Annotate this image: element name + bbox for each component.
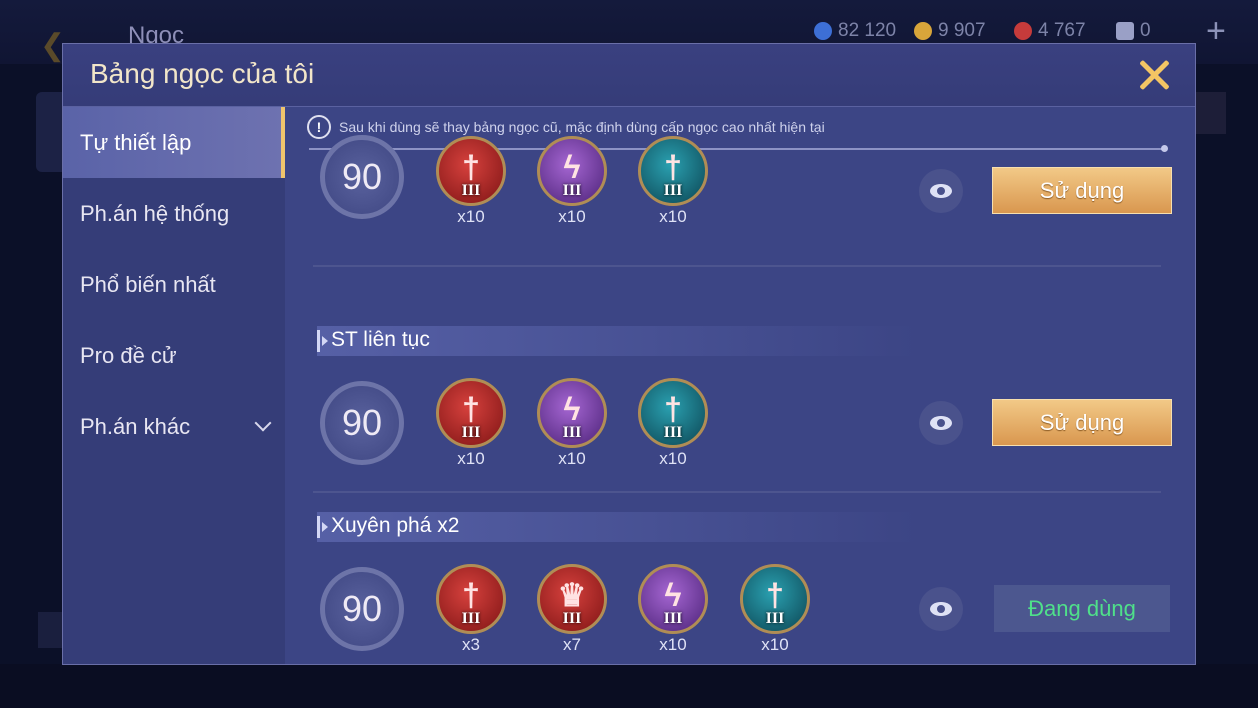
gem-quantity: x10 xyxy=(761,635,789,654)
gem-board-modal: Bảng ngọc của tôi Tự thiết lập Ph.án hệ … xyxy=(63,44,1195,664)
close-icon[interactable] xyxy=(1133,54,1175,96)
gem-slot: † III x10 xyxy=(740,564,810,656)
add-resource-button[interactable]: + xyxy=(1206,14,1226,48)
row-divider xyxy=(313,265,1161,267)
row-divider xyxy=(313,491,1161,493)
level-badge: 90 xyxy=(320,135,404,219)
gem-quantity: x10 xyxy=(558,207,586,226)
preview-eye-icon[interactable] xyxy=(919,169,963,213)
sidebar-item-custom[interactable]: Tự thiết lập xyxy=(63,107,285,178)
gem-tier: III xyxy=(663,424,683,441)
gem-slot: ϟ III x10 xyxy=(638,564,708,656)
gem-tier: III xyxy=(562,424,582,441)
gem-list[interactable]: ! Sau khi dùng sẽ thay bảng ngọc cũ, mặc… xyxy=(289,107,1195,664)
sidebar-item-label: Ph.án khác xyxy=(80,413,191,439)
gem-quantity: x10 xyxy=(558,449,586,468)
info-icon: ! xyxy=(307,115,331,139)
notice-text: Sau khi dùng sẽ thay bảng ngọc cũ, mặc đ… xyxy=(339,119,825,135)
sidebar-item-label: Ph.án hệ thống xyxy=(80,200,230,226)
section-header: ST liên tục xyxy=(317,326,917,356)
sidebar-item-system[interactable]: Ph.án hệ thống xyxy=(63,178,285,249)
gem-tier: III xyxy=(663,610,683,627)
section-title: Xuyên phá x2 xyxy=(331,514,460,537)
gem-quantity: x10 xyxy=(659,449,687,468)
chevron-down-icon xyxy=(254,414,272,432)
resource-value: 82 120 xyxy=(838,20,897,41)
gem-slot: ♛ III x7 xyxy=(537,564,607,656)
resource-red-crystal: 4 767 xyxy=(1014,20,1086,42)
gem-slot: † III x10 xyxy=(436,378,506,470)
resource-value: 4 767 xyxy=(1038,20,1086,41)
background-panel xyxy=(1196,92,1226,134)
resource-card: 0 xyxy=(1116,20,1151,42)
gem-set-row: 90 † III x10 ϟ III x10 † III x10 Sử dụng xyxy=(289,135,1195,267)
gem-slot: ϟ III x10 xyxy=(537,378,607,470)
preview-eye-icon[interactable] xyxy=(919,401,963,445)
gem-tier: III xyxy=(562,610,582,627)
level-badge: 90 xyxy=(320,381,404,465)
modal-header: Bảng ngọc của tôi xyxy=(63,44,1195,107)
resource-gold: 9 907 xyxy=(914,20,986,42)
gem-slot: ϟ III x10 xyxy=(537,136,607,228)
resource-blue-gem: 82 120 xyxy=(814,20,896,42)
sidebar: Tự thiết lập Ph.án hệ thống Phổ biến nhấ… xyxy=(63,107,285,664)
sidebar-item-label: Pro đề cử xyxy=(80,342,177,368)
gem-slot: † III x10 xyxy=(638,378,708,470)
card-icon xyxy=(1116,22,1134,40)
in-use-button[interactable]: Đang dùng xyxy=(994,585,1170,632)
gem-tier: III xyxy=(562,182,582,199)
gem-set-row: 90 † III x3 ♛ III x7 ϟ III x10 † III x10 xyxy=(289,561,1195,659)
resource-value: 0 xyxy=(1140,20,1151,41)
gem-quantity: x10 xyxy=(659,635,687,654)
preview-eye-icon[interactable] xyxy=(919,587,963,631)
gem-quantity: x7 xyxy=(563,635,581,654)
gem-quantity: x10 xyxy=(457,449,485,468)
sidebar-item-label: Phổ biến nhất xyxy=(80,271,216,297)
section-header: Xuyên phá x2 xyxy=(317,512,917,542)
gem-tier: III xyxy=(461,610,481,627)
gem-quantity: x10 xyxy=(659,207,687,226)
sidebar-item-popular[interactable]: Phổ biến nhất xyxy=(63,249,285,320)
use-button[interactable]: Sử dụng xyxy=(992,167,1172,214)
gem-tier: III xyxy=(461,424,481,441)
gem-tier: III xyxy=(765,610,785,627)
gem-quantity: x10 xyxy=(457,207,485,226)
gem-slot: † III x10 xyxy=(436,136,506,228)
use-button[interactable]: Sử dụng xyxy=(992,399,1172,446)
gem-slot: † III x3 xyxy=(436,564,506,656)
resource-value: 9 907 xyxy=(938,20,986,41)
sidebar-item-label: Tự thiết lập xyxy=(80,129,192,155)
background-footer xyxy=(0,664,1258,708)
gem-set-row: 90 † III x10 ϟ III x10 † III x10 Sử dụng xyxy=(289,375,1195,493)
gold-coin-icon xyxy=(914,22,932,40)
background-button xyxy=(38,612,64,648)
gem-tier: III xyxy=(461,182,481,199)
blue-gem-icon xyxy=(814,22,832,40)
modal-title: Bảng ngọc của tôi xyxy=(90,58,315,89)
gem-quantity: x3 xyxy=(462,635,480,654)
sidebar-item-pro[interactable]: Pro đề cử xyxy=(63,320,285,391)
section-title: ST liên tục xyxy=(331,328,430,351)
level-badge: 90 xyxy=(320,567,404,651)
gem-slot: † III x10 xyxy=(638,136,708,228)
sidebar-item-other[interactable]: Ph.án khác xyxy=(63,391,285,462)
gem-tier: III xyxy=(663,182,683,199)
red-crystal-icon xyxy=(1014,22,1032,40)
